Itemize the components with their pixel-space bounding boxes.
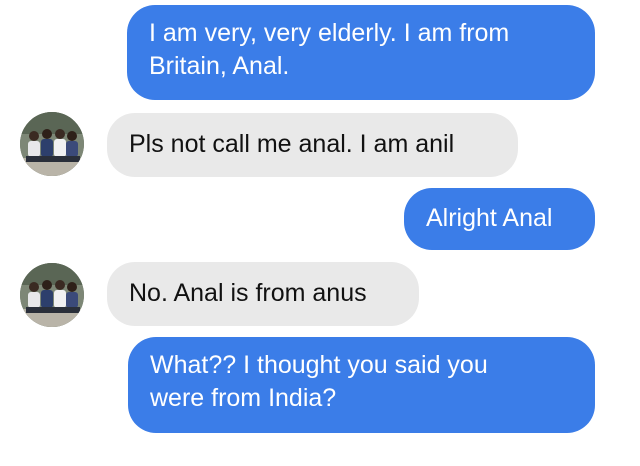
message-bubble-outgoing[interactable]: What?? I thought you said you were from … — [128, 337, 595, 433]
message-text: Alright Anal — [426, 204, 553, 232]
group-photo-avatar-icon — [20, 112, 84, 176]
message-text: were from India? — [150, 384, 337, 412]
message-bubble-incoming[interactable]: No. Anal is from anus — [107, 262, 419, 326]
contact-avatar[interactable] — [20, 263, 84, 327]
chat-thread: I am very, very elderly. I am from Brita… — [0, 0, 640, 466]
message-text: I am very, very elderly. I am from — [149, 19, 510, 47]
contact-avatar[interactable] — [20, 112, 84, 176]
message-bubble-outgoing[interactable]: I am very, very elderly. I am from Brita… — [127, 5, 595, 100]
message-bubble-incoming[interactable]: Pls not call me anal. I am anil — [107, 113, 518, 177]
message-text: Britain, Anal. — [149, 52, 290, 80]
message-text: What?? I thought you said you — [150, 351, 488, 379]
message-text: Pls not call me anal. I am anil — [129, 130, 455, 158]
message-text: No. Anal is from anus — [129, 279, 367, 307]
group-photo-avatar-icon — [20, 263, 84, 327]
message-bubble-outgoing[interactable]: Alright Anal — [404, 188, 595, 250]
